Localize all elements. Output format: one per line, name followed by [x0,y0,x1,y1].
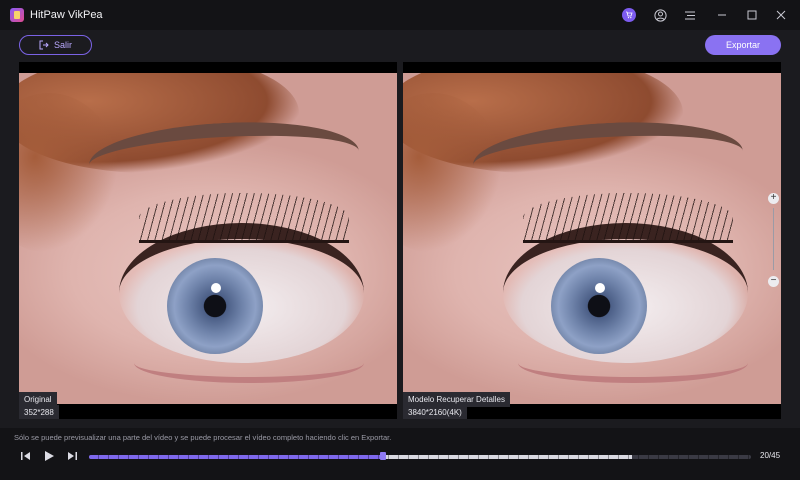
export-button[interactable]: Exportar [705,35,781,55]
exit-icon [39,40,49,50]
title-bar: HitPaw VikPea [0,0,800,30]
timeline-scrubber[interactable] [89,452,751,460]
original-preview-panel: Original 352*288 [19,62,397,419]
app-title: HitPaw VikPea [30,9,103,21]
original-preview-image [19,73,397,404]
enhanced-resolution: 3840*2160(4K) [403,405,467,419]
minimize-icon[interactable] [714,7,730,23]
maximize-icon[interactable] [744,7,760,23]
timeline-playhead[interactable] [380,452,386,460]
zoom-out-icon[interactable]: − [768,276,779,287]
enhanced-preview-panel: Modelo Recuperar Detalles 3840*2160(4K) [403,62,781,419]
prev-frame-icon[interactable] [20,450,32,462]
app-window: HitPaw VikPea Salir Exportar Original 35… [0,0,800,480]
cart-icon[interactable] [622,8,636,22]
play-icon[interactable] [44,450,55,462]
zoom-in-icon[interactable]: + [768,193,779,204]
menu-icon[interactable] [682,7,698,23]
exit-button-label: Salir [53,40,72,50]
preview-hint: Sólo se puede previsualizar una parte de… [14,433,392,442]
close-icon[interactable] [773,7,789,23]
next-frame-icon[interactable] [66,450,78,462]
user-icon[interactable] [652,7,668,23]
app-logo-icon [10,8,24,22]
zoom-slider[interactable] [773,208,774,270]
exit-button[interactable]: Salir [19,35,92,55]
original-resolution: 352*288 [19,405,59,419]
frame-counter: 20/45 [760,451,781,460]
enhanced-preview-image [403,73,781,404]
